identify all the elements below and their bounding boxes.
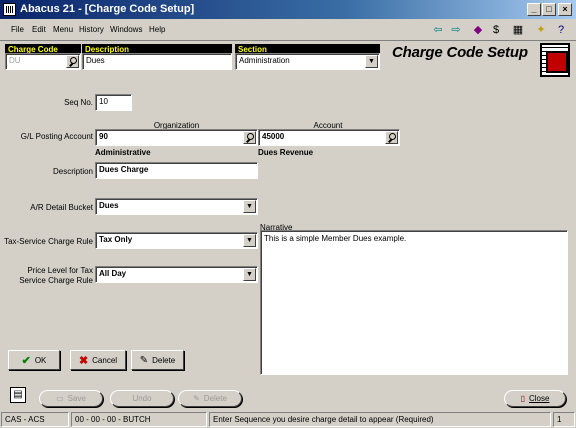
narrative-textarea[interactable]: This is a simple Member Dues example. (260, 230, 568, 375)
close-button[interactable]: ▯ Close (504, 390, 566, 407)
x-icon: ✖ (78, 354, 89, 367)
menu-edit[interactable]: Edit (32, 25, 46, 34)
search-icon[interactable] (66, 55, 79, 68)
app-icon[interactable] (3, 3, 16, 16)
menu-menu[interactable]: Menu (53, 25, 73, 34)
tax-rule-select[interactable]: Tax Only ▼ (95, 232, 258, 249)
delete-button[interactable]: ✎ Delete (131, 350, 184, 370)
chevron-down-icon[interactable]: ▼ (243, 200, 256, 213)
gl-posting-label: G/L Posting Account (20, 132, 93, 141)
chevron-down-icon[interactable]: ▼ (243, 268, 256, 281)
section-select[interactable]: Administration ▼ (235, 53, 380, 70)
print-icon[interactable]: ▤ (10, 387, 26, 403)
ar-bucket-select[interactable]: Dues ▼ (95, 198, 258, 215)
cancel-button[interactable]: ✖ Cancel (70, 350, 126, 370)
ok-button[interactable]: ✔ OK (8, 350, 60, 370)
menu-help[interactable]: Help (149, 25, 165, 34)
save-icon: ▭ (56, 394, 64, 403)
ar-bucket-label: A/R Detail Bucket (30, 203, 93, 212)
minimize-button[interactable]: _ (527, 3, 541, 16)
search-icon[interactable] (385, 131, 398, 144)
search-icon[interactable] (243, 131, 256, 144)
calculator-icon[interactable]: ▦ (510, 22, 526, 38)
charge-code-field[interactable]: DU (5, 53, 81, 70)
price-level-select[interactable]: All Day ▼ (95, 266, 258, 283)
title-bar: Abacus 21 - [Charge Code Setup] (0, 0, 576, 19)
menu-windows[interactable]: Windows (110, 25, 142, 34)
description-label: Description (52, 167, 93, 176)
chevron-down-icon[interactable]: ▼ (243, 234, 256, 247)
delete-icon: ✎ (139, 354, 149, 366)
arrow-right-icon[interactable]: ⇨ (448, 22, 464, 38)
price-level-label-line2: Service Charge Rule (19, 276, 93, 285)
tax-rule-label: Tax-Service Charge Rule (4, 237, 93, 246)
status-page: 1 (553, 412, 575, 427)
checkmark-icon: ✔ (21, 354, 31, 367)
close-window-button[interactable]: × (558, 3, 572, 16)
maximize-button[interactable]: □ (542, 3, 556, 16)
status-user: 00 - 00 - 00 - BUTCH (71, 412, 207, 427)
delete-icon: ✎ (193, 394, 200, 403)
runner-icon[interactable]: ✦ (533, 22, 549, 38)
organization-name: Administrative (95, 148, 151, 157)
seq-input[interactable]: 10 (95, 94, 132, 111)
status-company: CAS - ACS (1, 412, 69, 427)
dollar-icon[interactable]: $ (488, 22, 504, 38)
page-title: Charge Code Setup (392, 44, 528, 61)
door-icon: ▯ (520, 394, 525, 403)
delete-record-button[interactable]: ✎ Delete (178, 390, 242, 407)
logo (540, 43, 570, 77)
price-level-label-line1: Price Level for Tax (27, 266, 93, 275)
status-hint: Enter Sequence you desire charge detail … (209, 412, 551, 427)
menu-history[interactable]: History (79, 25, 104, 34)
save-button[interactable]: ▭ Save (39, 390, 103, 407)
help-icon[interactable]: ? (553, 22, 569, 38)
chevron-down-icon[interactable]: ▼ (365, 55, 378, 68)
seq-label: Seq No. (64, 98, 93, 107)
gl-account-field[interactable]: 45000 (258, 129, 400, 146)
description-input[interactable]: Dues Charge (95, 162, 258, 179)
undo-button[interactable]: Undo (110, 390, 174, 407)
window-title: Abacus 21 - [Charge Code Setup] (20, 3, 195, 15)
gl-organization-field[interactable]: 90 (95, 129, 258, 146)
account-name: Dues Revenue (258, 148, 314, 157)
menu-file[interactable]: File (11, 25, 24, 34)
description-header-field[interactable]: Dues (82, 53, 232, 70)
books-icon[interactable]: ◆ (470, 22, 486, 38)
arrow-left-icon[interactable]: ⇦ (430, 22, 446, 38)
